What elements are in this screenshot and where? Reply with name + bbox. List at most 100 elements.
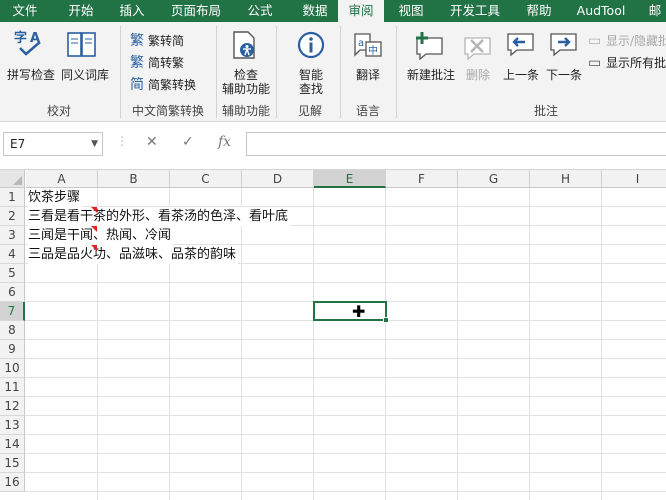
- formula-bar: E7 ▼ ⋮ ✕ ✓ fx: [0, 122, 666, 170]
- row-header-9[interactable]: 9: [0, 340, 25, 359]
- group-separator: [120, 26, 121, 118]
- insights-group-label: 见解: [297, 104, 322, 118]
- tab-data[interactable]: 数据: [290, 0, 340, 22]
- gridline: [25, 434, 666, 435]
- delete-comment-icon: [462, 30, 494, 63]
- cell-a4[interactable]: 三品是品火功、品滋味、品茶的韵味: [28, 245, 239, 264]
- next-comment-icon: [548, 30, 580, 63]
- tab-formulas[interactable]: 公式: [236, 0, 284, 22]
- previous-comment-button[interactable]: 上一条: [500, 68, 542, 82]
- row-header-15[interactable]: 15: [0, 454, 25, 473]
- gridline: [25, 396, 666, 397]
- cell-a2[interactable]: 三看是看干茶的外形、看茶汤的色泽、看叶底: [28, 207, 291, 226]
- gridline: [25, 282, 666, 283]
- row-header-7[interactable]: 7: [0, 302, 25, 321]
- translate-button[interactable]: 翻译: [346, 68, 390, 82]
- formula-bar-grip: ⋮: [116, 134, 128, 148]
- tab-mail[interactable]: 邮: [644, 0, 666, 22]
- row-header-2[interactable]: 2: [0, 207, 25, 226]
- svg-text:a: a: [358, 38, 364, 49]
- comment-indicator-icon: [91, 207, 97, 213]
- column-header-d[interactable]: D: [242, 170, 314, 188]
- gridline: [25, 472, 666, 473]
- spell-check-button[interactable]: 拼写检查: [5, 68, 57, 82]
- gridline: [25, 358, 666, 359]
- smart-lookup-icon: [296, 30, 326, 63]
- thesaurus-icon: [66, 30, 98, 63]
- row-header-16[interactable]: 16: [0, 473, 25, 492]
- svg-text:中: 中: [368, 44, 378, 57]
- name-box[interactable]: E7 ▼: [3, 132, 103, 156]
- formula-input[interactable]: [246, 132, 666, 156]
- column-header-a[interactable]: A: [26, 170, 98, 188]
- chinese-group-label: 中文简繁转换: [131, 104, 204, 118]
- row-header-11[interactable]: 11: [0, 378, 25, 397]
- group-separator: [340, 26, 341, 118]
- group-separator: [216, 26, 217, 118]
- proofing-group-label: 校对: [46, 104, 71, 118]
- simplified-char-icon: 繁: [130, 55, 144, 71]
- comment-indicator-icon: [91, 226, 97, 232]
- column-header-i[interactable]: I: [602, 170, 666, 188]
- cell-a3[interactable]: 三闻是干闻、热闻、冷闻: [28, 226, 174, 245]
- insert-function-icon[interactable]: fx: [218, 134, 231, 150]
- to-simplified-button[interactable]: 繁简转繁: [130, 55, 184, 71]
- column-header-g[interactable]: G: [458, 170, 530, 188]
- cancel-icon[interactable]: ✕: [146, 134, 158, 150]
- ribbon-tab-bar: 文件 开始 插入 页面布局 公式 数据 审阅 视图 开发工具 帮助 AudToo…: [0, 0, 666, 23]
- row-header-8[interactable]: 8: [0, 321, 25, 340]
- column-header-b[interactable]: B: [98, 170, 170, 188]
- tab-review[interactable]: 审阅: [338, 0, 384, 23]
- column-header-f[interactable]: F: [386, 170, 458, 188]
- row-header-5[interactable]: 5: [0, 264, 25, 283]
- column-header-c[interactable]: C: [170, 170, 242, 188]
- tab-home[interactable]: 开始: [55, 0, 107, 22]
- selected-cell-e7[interactable]: [313, 301, 389, 323]
- language-group-label: 语言: [355, 104, 380, 118]
- chevron-down-icon[interactable]: ▼: [91, 133, 98, 155]
- comments-group-label: 批注: [533, 104, 558, 118]
- ribbon: 字 A 拼写检查 同义词库 校对 繁繁转简 繁简转繁 简简繁转换 中文简繁转换: [0, 22, 666, 122]
- select-all-triangle-icon: [13, 176, 22, 185]
- fill-handle[interactable]: [383, 317, 389, 323]
- row-header-14[interactable]: 14: [0, 435, 25, 454]
- tab-help[interactable]: 帮助: [517, 0, 561, 22]
- to-traditional-button[interactable]: 繁繁转简: [130, 33, 184, 49]
- spell-check-icon: 字 A: [12, 28, 46, 61]
- cell-a1[interactable]: 饮茶步骤: [28, 188, 83, 207]
- tab-view[interactable]: 视图: [389, 0, 433, 22]
- new-comment-icon: [414, 30, 446, 63]
- tab-insert[interactable]: 插入: [107, 0, 157, 22]
- delete-comment-button[interactable]: 删除: [460, 68, 496, 82]
- row-header-12[interactable]: 12: [0, 397, 25, 416]
- tab-developer[interactable]: 开发工具: [440, 0, 510, 22]
- worksheet-grid[interactable]: A B C D E F G H I 1 2 3 4 5 6 7 8 9 10 1…: [0, 170, 666, 500]
- gridline: [25, 377, 666, 378]
- comment-outline-icon: ▭: [588, 33, 602, 49]
- tab-page-layout[interactable]: 页面布局: [163, 0, 229, 22]
- cell-cursor-icon: ✚: [352, 302, 366, 321]
- show-all-comments-button[interactable]: ▭ 显示所有批: [588, 55, 666, 71]
- select-all-corner[interactable]: [0, 170, 25, 188]
- next-comment-button[interactable]: 下一条: [542, 68, 586, 82]
- tab-file[interactable]: 文件: [0, 0, 50, 22]
- show-hide-comment-button[interactable]: ▭ 显示/隐藏批: [588, 33, 666, 49]
- row-header-6[interactable]: 6: [0, 283, 25, 302]
- row-header-10[interactable]: 10: [0, 359, 25, 378]
- row-header-1[interactable]: 1: [0, 188, 25, 207]
- row-header-4[interactable]: 4: [0, 245, 25, 264]
- check-accessibility-button[interactable]: 检查 辅助功能: [220, 68, 272, 96]
- thesaurus-button[interactable]: 同义词库: [58, 68, 112, 82]
- comment-indicator-icon: [91, 245, 97, 251]
- simp-trad-convert-button[interactable]: 简简繁转换: [130, 77, 196, 93]
- new-comment-button[interactable]: 新建批注: [402, 68, 460, 82]
- row-header-13[interactable]: 13: [0, 416, 25, 435]
- smart-lookup-button[interactable]: 智能 查找: [286, 68, 336, 96]
- tab-audtool[interactable]: AudTool: [570, 0, 632, 22]
- group-separator: [276, 26, 277, 118]
- column-header-h[interactable]: H: [530, 170, 602, 188]
- row-header-3[interactable]: 3: [0, 226, 25, 245]
- gridline: [25, 453, 666, 454]
- enter-icon[interactable]: ✓: [182, 134, 194, 150]
- column-header-e[interactable]: E: [314, 170, 386, 188]
